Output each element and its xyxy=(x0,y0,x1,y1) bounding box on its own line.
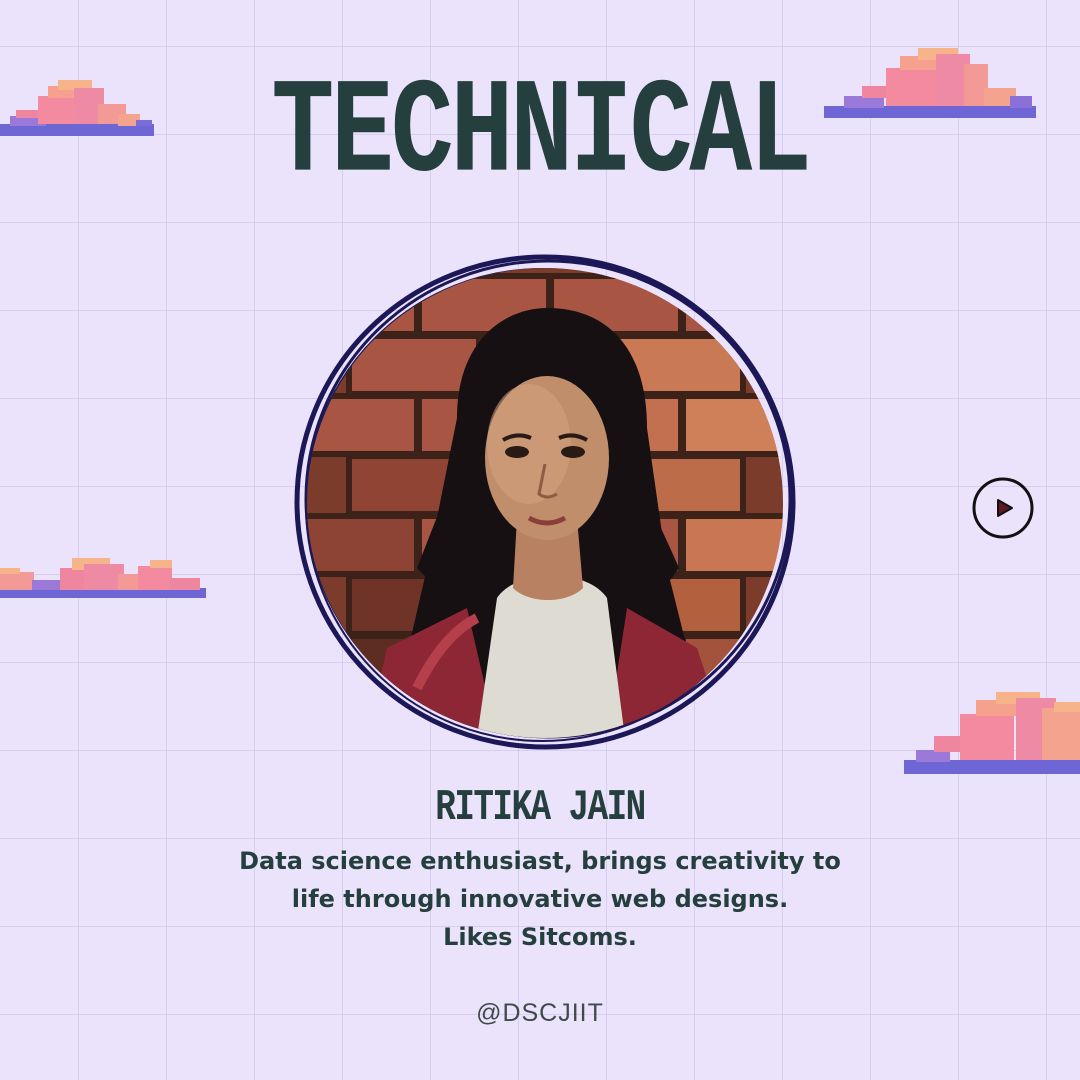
cloud-middle-left xyxy=(0,558,206,598)
profile-photo xyxy=(307,268,783,738)
bio-line: Data science enthusiast, brings creativi… xyxy=(239,847,841,875)
profile-name: RITIKA JAIN xyxy=(435,783,646,833)
portrait-image xyxy=(307,268,783,738)
profile-bio: Data science enthusiast, brings creativi… xyxy=(170,842,910,956)
play-icon xyxy=(997,499,1013,517)
cloud-bottom-right xyxy=(904,692,1080,774)
bio-line: Likes Sitcoms. xyxy=(443,923,637,951)
play-button[interactable] xyxy=(972,477,1034,539)
social-handle: @DSCJIIT xyxy=(476,999,604,1027)
page-title: TECHNICAL xyxy=(271,58,812,211)
bio-line: life through innovative web designs. xyxy=(291,885,789,913)
